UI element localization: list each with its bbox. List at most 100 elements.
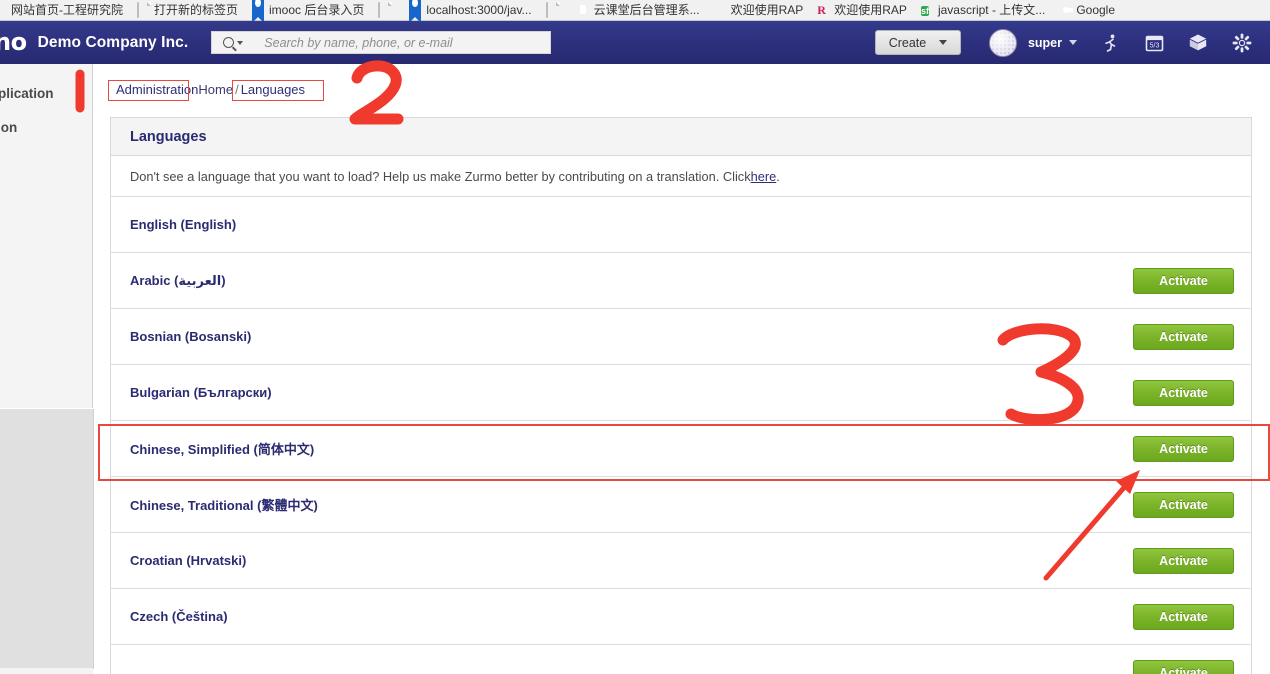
search-scope-button[interactable]	[212, 32, 254, 53]
sf-icon: sf	[920, 6, 929, 16]
calendar-icon[interactable]: 5/3	[1143, 32, 1165, 54]
person-running-icon[interactable]	[1099, 32, 1121, 54]
blue-diamond-icon	[409, 0, 422, 23]
sidebar-bottom-edge	[0, 668, 93, 674]
activate-button[interactable]: Activate	[1133, 547, 1234, 574]
panel-header: Languages	[111, 117, 1251, 156]
bookmark-item[interactable]: localhost:3000/jav...	[402, 0, 538, 23]
bookmark-label: 云课堂后台管理系...	[593, 3, 700, 17]
blue-diamond-icon	[252, 0, 265, 23]
zurmo-logo[interactable]: no	[0, 21, 27, 64]
table-row[interactable]: Croatian (Hrvatski) Activate	[111, 533, 1251, 589]
bookmark-item[interactable]: R 欢迎使用RAP	[810, 0, 914, 20]
sidebar-item-1[interactable]: istration	[0, 120, 17, 135]
search-input[interactable]	[254, 31, 551, 54]
language-name[interactable]: Czech (Čeština)	[111, 609, 228, 624]
activate-button[interactable]: Activate	[1133, 603, 1234, 630]
contribute-note: Don't see a language that you want to lo…	[111, 156, 1251, 197]
language-name[interactable]: Bosnian (Bosanski)	[111, 329, 251, 344]
row-action: Activate	[1133, 267, 1251, 294]
bookmark-item[interactable]	[371, 0, 402, 20]
app-header-bar: no Demo Company Inc. Create super	[0, 21, 1270, 64]
svg-text:5/3: 5/3	[1149, 42, 1159, 49]
bookmark-item[interactable]	[539, 0, 570, 20]
row-action: Activate	[1133, 660, 1251, 674]
languages-panel: Languages Don't see a language that you …	[110, 117, 1252, 674]
table-row[interactable]: Bosnian (Bosanski) Activate	[111, 309, 1251, 365]
page-title: Languages	[130, 128, 207, 145]
table-row[interactable]: Czech (Čeština) Activate	[111, 589, 1251, 645]
rap-icon	[714, 3, 727, 17]
language-name[interactable]: Chinese, Simplified (简体中文)	[111, 439, 314, 458]
bookmark-label: Google	[1076, 3, 1116, 17]
bookmark-item[interactable]: Google	[1052, 0, 1122, 20]
table-row[interactable]: Arabic (العربية) Activate	[111, 253, 1251, 309]
bookmark-label: imooc 后台录入页	[269, 3, 365, 17]
contribute-here-link[interactable]: here	[751, 169, 777, 184]
bookmark-item[interactable]: 网站首页-工程研究院	[4, 0, 130, 20]
activate-button[interactable]: Activate	[1133, 379, 1234, 406]
chevron-down-icon	[237, 40, 244, 45]
breadcrumb-separator: /	[235, 82, 239, 97]
bookmark-item[interactable]: 打开新的标签页	[130, 0, 245, 20]
language-name[interactable]: Croatian (Hrvatski)	[111, 553, 246, 568]
company-name: Demo Company Inc.	[37, 33, 189, 51]
language-name[interactable]: Chinese, Traditional (繁體中文)	[111, 495, 318, 514]
breadcrumb-administration-link[interactable]: Administration	[116, 82, 198, 97]
google-icon	[1059, 3, 1072, 17]
activate-button[interactable]: Activate	[1133, 323, 1234, 350]
bookmark-item[interactable]: 欢迎使用RAP	[707, 0, 811, 20]
package-icon[interactable]	[1187, 32, 1209, 54]
row-action: Activate	[1133, 547, 1251, 574]
bookmark-item[interactable]: imooc 后台录入页	[245, 0, 371, 23]
activate-button[interactable]: Activate	[1133, 660, 1234, 674]
browser-bookmarks-bar: 网站首页-工程研究院 打开新的标签页 imooc 后台录入页 localhost…	[0, 0, 1270, 23]
row-action: Activate	[1133, 603, 1251, 630]
user-menu-label[interactable]: super	[1028, 36, 1062, 50]
teal-book-icon	[577, 3, 590, 17]
language-name[interactable]: Bulgarian (Български)	[111, 385, 272, 400]
sidebar-footer-panel	[0, 409, 94, 669]
avatar[interactable]	[988, 28, 1017, 57]
bookmark-label: 打开新的标签页	[154, 3, 239, 17]
bookmark-label: localhost:3000/jav...	[426, 3, 532, 17]
row-action: Activate	[1133, 435, 1251, 462]
bookmark-label: javascript - 上传文...	[937, 3, 1046, 17]
create-button-label: Create	[888, 35, 927, 50]
bookmark-item[interactable]: sf javascript - 上传文...	[914, 0, 1052, 20]
page-icon	[137, 2, 150, 18]
row-action: Activate	[1133, 379, 1251, 406]
language-name[interactable]: Arabic (العربية)	[111, 273, 226, 289]
table-row[interactable]: English (English)	[111, 197, 1251, 253]
create-button[interactable]: Create	[874, 30, 961, 55]
table-row-partial[interactable]: Activate	[111, 645, 1251, 674]
screen-root: 网站首页-工程研究院 打开新的标签页 imooc 后台录入页 localhost…	[0, 0, 1270, 674]
row-action: Activate	[1133, 323, 1251, 350]
sidebar-item-0[interactable]: to Application	[0, 86, 54, 101]
table-row[interactable]: Bulgarian (Български) Activate	[111, 365, 1251, 421]
global-search[interactable]	[211, 31, 552, 54]
chevron-down-icon	[939, 40, 948, 45]
breadcrumb-home-label: Home	[198, 82, 234, 97]
activate-button[interactable]: Activate	[1133, 267, 1234, 294]
page-icon	[378, 2, 391, 18]
table-row[interactable]: Chinese, Traditional (繁體中文) Activate	[111, 477, 1251, 533]
bookmark-item[interactable]: 云课堂后台管理系...	[570, 0, 707, 20]
contribute-note-period: .	[776, 168, 780, 184]
breadcrumb-current: Languages	[240, 82, 306, 97]
row-action: Activate	[1133, 491, 1251, 518]
gear-icon[interactable]	[1231, 32, 1253, 54]
bookmark-label: 欢迎使用RAP	[834, 3, 907, 17]
page-icon	[545, 2, 559, 18]
annotation-mark-2	[349, 60, 404, 125]
table-row-chinese-simplified[interactable]: Chinese, Simplified (简体中文) Activate	[111, 421, 1251, 477]
bookmark-label: 网站首页-工程研究院	[11, 3, 123, 17]
language-name[interactable]: English (English)	[111, 217, 236, 232]
chevron-down-icon[interactable]	[1069, 40, 1077, 45]
contribute-note-text: Don't see a language that you want to lo…	[130, 168, 751, 184]
activate-button[interactable]: Activate	[1133, 491, 1234, 518]
search-icon	[223, 37, 235, 48]
activate-button[interactable]: Activate	[1133, 435, 1234, 462]
header-actions: Create super 5/3	[874, 28, 1270, 57]
bookmark-label: 欢迎使用RAP	[730, 3, 804, 17]
